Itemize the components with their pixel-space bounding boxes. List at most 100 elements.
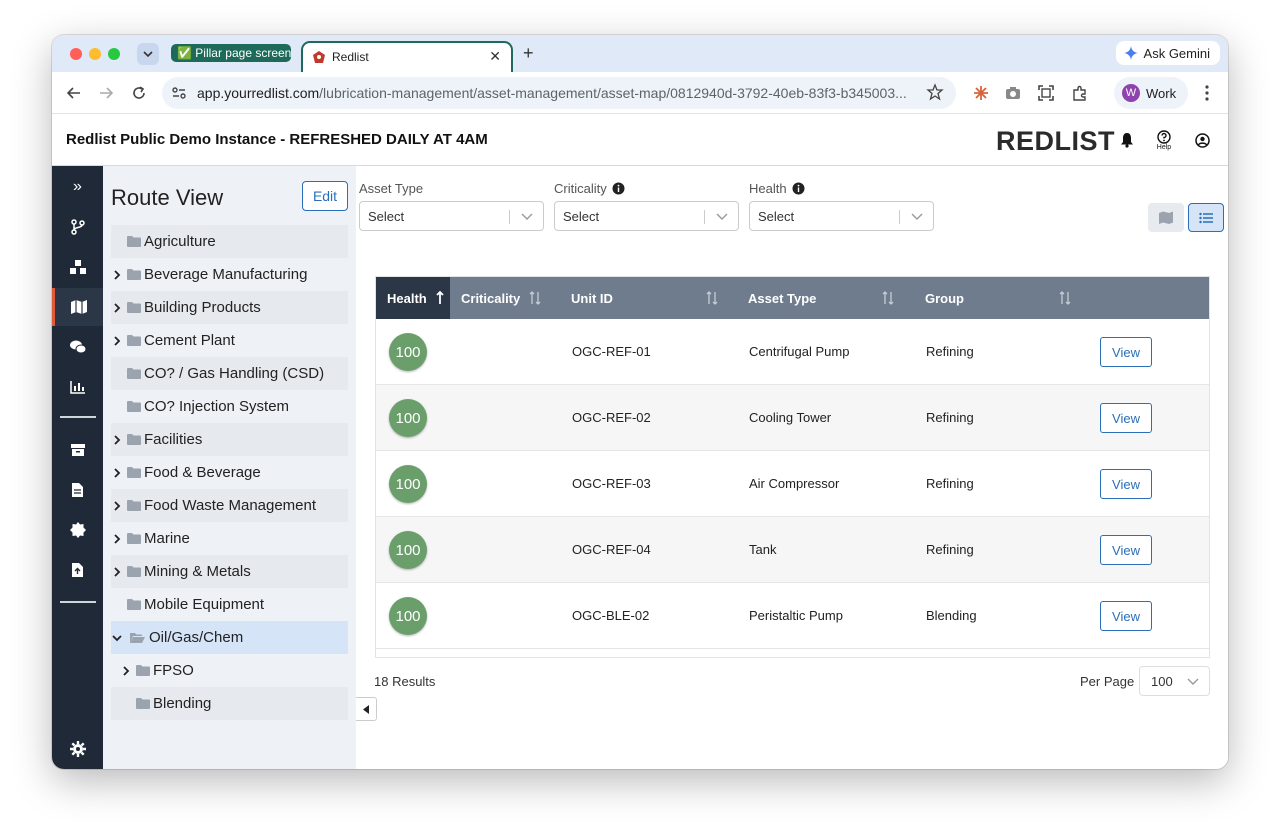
list-view-button[interactable]	[1188, 203, 1224, 232]
chevron-right-icon[interactable]	[111, 335, 123, 346]
select-separator	[509, 210, 510, 224]
criticality-select-value: Select	[563, 209, 600, 224]
route-tree-item[interactable]: Oil/Gas/Chem	[111, 621, 348, 654]
per-page-select[interactable]: 100	[1139, 666, 1210, 696]
route-tree-item[interactable]: Food Waste Management	[111, 489, 348, 522]
route-panel: Route View Edit Agriculture Beverage Manu…	[103, 166, 356, 769]
view-asset-button[interactable]: View	[1100, 601, 1152, 631]
asset-type-cell: Cooling Tower	[749, 410, 832, 425]
comments-icon	[69, 340, 86, 354]
route-tree-item[interactable]: Building Products	[111, 291, 348, 324]
chevron-right-icon[interactable]	[111, 566, 123, 577]
nav-routes[interactable]	[52, 208, 103, 246]
extension-claude-button[interactable]	[971, 83, 991, 103]
help-button[interactable]: Help	[1155, 126, 1173, 154]
health-select[interactable]: Select	[749, 201, 934, 231]
route-tree-item[interactable]: Agriculture	[111, 225, 348, 258]
profile-button[interactable]: W Work	[1114, 77, 1188, 109]
column-asset-type[interactable]: Asset Type	[737, 277, 914, 319]
nav-archive[interactable]	[52, 431, 103, 469]
minimize-window-button[interactable]	[89, 48, 101, 60]
criticality-filter-label: Criticality	[554, 181, 625, 196]
view-asset-button[interactable]: View	[1100, 535, 1152, 565]
nav-messages[interactable]	[52, 328, 103, 366]
view-asset-button[interactable]: View	[1100, 403, 1152, 433]
info-circle-icon[interactable]	[612, 182, 625, 195]
edit-route-button[interactable]: Edit	[302, 181, 348, 211]
chevron-right-icon[interactable]	[111, 467, 123, 478]
site-info-icon[interactable]	[170, 84, 188, 102]
screenshot-extension-button[interactable]	[1003, 83, 1023, 103]
account-button[interactable]	[1193, 131, 1211, 149]
expand-nav-button[interactable]: »	[52, 168, 103, 206]
nav-asset-map[interactable]	[52, 288, 103, 326]
sort-ascending-icon	[436, 291, 444, 304]
map-view-button[interactable]	[1148, 203, 1184, 232]
nav-reports[interactable]	[52, 368, 103, 406]
nav-certifications[interactable]	[52, 511, 103, 549]
route-tree-item[interactable]: CO? Injection System	[111, 390, 348, 423]
tab-search-button[interactable]	[137, 43, 159, 65]
info-circle-icon[interactable]	[792, 182, 805, 195]
browser-menu-button[interactable]	[1197, 83, 1217, 103]
view-asset-button[interactable]: View	[1100, 337, 1152, 367]
route-tree-item[interactable]: Blending	[111, 687, 348, 720]
view-asset-button[interactable]: View	[1100, 469, 1152, 499]
route-tree-item[interactable]: Food & Beverage	[111, 456, 348, 489]
forward-button[interactable]	[96, 83, 116, 103]
column-health-label: Health	[387, 290, 427, 306]
folder-icon	[136, 698, 150, 709]
chevron-right-icon[interactable]	[111, 533, 123, 544]
nav-documents[interactable]	[52, 471, 103, 509]
chevron-right-icon[interactable]	[120, 665, 132, 676]
chevron-right-icon[interactable]	[111, 500, 123, 511]
nav-export[interactable]	[52, 551, 103, 589]
unit-id-cell: OGC-BLE-02	[572, 608, 650, 623]
capture-area-button[interactable]	[1036, 83, 1056, 103]
chevron-down-icon[interactable]	[111, 633, 123, 643]
left-nav: »	[52, 166, 103, 769]
notifications-button[interactable]	[1118, 131, 1136, 149]
chevron-right-icon[interactable]	[111, 302, 123, 313]
tab-strip: ✅ Pillar page screen Redlist ✕ + Ask Gem…	[52, 35, 1228, 72]
collapse-panel-button[interactable]	[356, 697, 377, 721]
route-tree-item[interactable]: FPSO	[111, 654, 348, 687]
column-health[interactable]: Health	[376, 277, 450, 319]
nav-assets[interactable]	[52, 248, 103, 286]
redlist-favicon-icon	[313, 51, 325, 63]
route-tree-item[interactable]: CO? / Gas Handling (CSD)	[111, 357, 348, 390]
close-tab-icon[interactable]: ✕	[489, 48, 501, 65]
route-tree-item[interactable]: Facilities	[111, 423, 348, 456]
url-host: app.yourredlist.com	[197, 85, 320, 101]
table-row: 100 OGC-REF-02 Cooling Tower Refining View	[376, 385, 1209, 451]
back-button[interactable]	[64, 83, 84, 103]
asset-type-select[interactable]: Select	[359, 201, 544, 231]
address-bar[interactable]: app.yourredlist.com/lubrication-manageme…	[162, 77, 956, 109]
extensions-button[interactable]	[1070, 83, 1090, 103]
tab-redlist[interactable]: Redlist ✕	[301, 41, 513, 72]
route-tree-item[interactable]: Cement Plant	[111, 324, 348, 357]
route-tree-item[interactable]: Mobile Equipment	[111, 588, 348, 621]
route-tree-item[interactable]: Mining & Metals	[111, 555, 348, 588]
results-count: 18 Results	[374, 674, 436, 689]
close-window-button[interactable]	[70, 48, 82, 60]
column-criticality[interactable]: Criticality	[450, 277, 560, 319]
reload-button[interactable]	[129, 83, 149, 103]
folder-icon	[136, 665, 150, 676]
unit-id-cell: OGC-REF-03	[572, 476, 651, 491]
bookmark-star-icon[interactable]	[926, 83, 944, 101]
caret-left-icon	[362, 704, 369, 714]
column-unit-id[interactable]: Unit ID	[560, 277, 737, 319]
ask-gemini-button[interactable]: Ask Gemini	[1115, 41, 1220, 65]
tab-group-chip[interactable]: ✅ Pillar page screen	[171, 44, 291, 62]
nav-settings[interactable]	[52, 730, 103, 768]
new-tab-button[interactable]: +	[523, 43, 534, 63]
redlist-logo[interactable]: REDLIST	[996, 126, 1115, 157]
route-tree-item[interactable]: Marine	[111, 522, 348, 555]
chevron-right-icon[interactable]	[111, 434, 123, 445]
route-tree-item[interactable]: Beverage Manufacturing	[111, 258, 348, 291]
criticality-select[interactable]: Select	[554, 201, 739, 231]
maximize-window-button[interactable]	[108, 48, 120, 60]
chevron-right-icon[interactable]	[111, 269, 123, 280]
column-group[interactable]: Group	[914, 277, 1091, 319]
